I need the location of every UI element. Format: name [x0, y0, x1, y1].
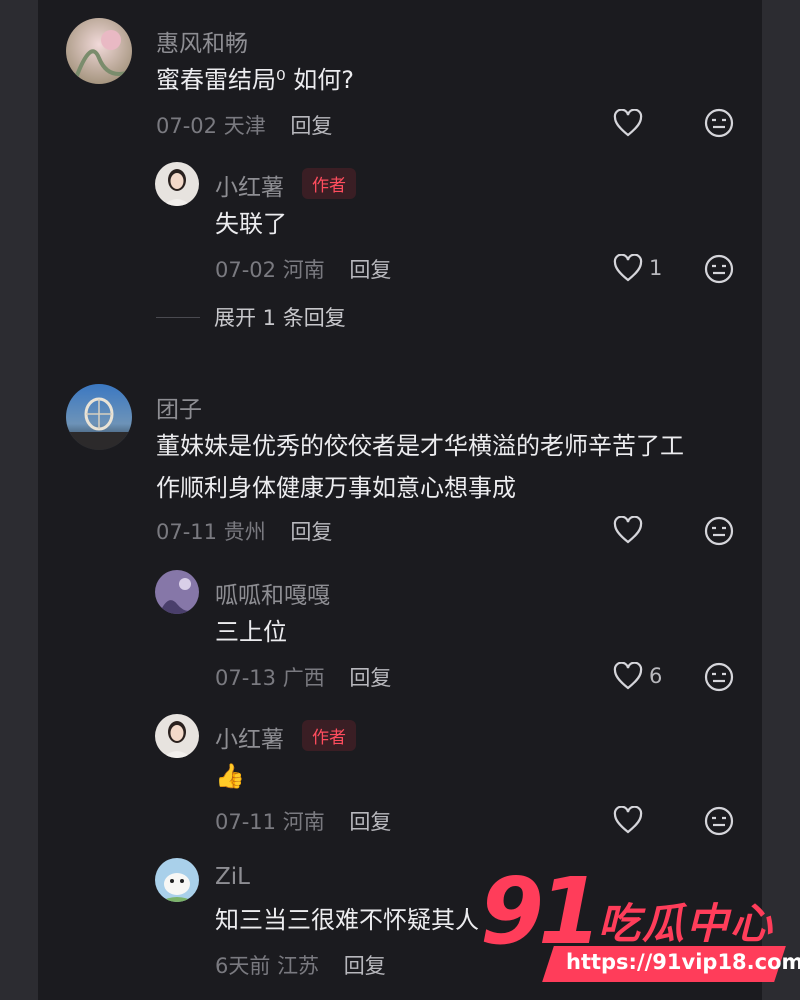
- comment-location: 贵州: [223, 520, 266, 544]
- comment-date: 6天前: [215, 954, 271, 978]
- avatar[interactable]: [66, 18, 132, 84]
- comment-location: 河南: [282, 258, 325, 282]
- emoji-reaction-button[interactable]: [704, 516, 734, 550]
- heart-outline-icon: [613, 516, 643, 544]
- comment-meta: 07-02 河南 回复: [215, 254, 391, 284]
- comment-date: 07-11: [215, 810, 277, 834]
- avatar[interactable]: [155, 570, 199, 614]
- comment-text: 知三当三很难不怀疑其人: [215, 906, 479, 934]
- reply-button[interactable]: 回复: [290, 114, 332, 138]
- reply-button[interactable]: 回复: [349, 810, 391, 834]
- comment-date: 07-13: [215, 666, 277, 690]
- comment-location: 天津: [223, 114, 266, 138]
- comment-location: 江苏: [277, 954, 320, 978]
- comment-location: 广西: [282, 666, 325, 690]
- comment-location: 河南: [282, 810, 325, 834]
- comment-text: 三上位: [215, 618, 287, 646]
- emoji-reaction-button[interactable]: [704, 806, 734, 840]
- avatar[interactable]: [66, 384, 132, 450]
- like-count: 1: [649, 256, 663, 280]
- comment-text: 👍: [215, 762, 245, 790]
- neutral-face-icon: [704, 108, 734, 138]
- comments-panel: 惠风和畅 蜜春雷结局⁰ 如何? 07-02 天津 回复 小红薯 作者 失联了 0…: [38, 0, 762, 1000]
- like-count: 6: [649, 664, 663, 688]
- neutral-face-icon: [704, 254, 734, 284]
- expand-replies-label[interactable]: 展开 1 条回复: [214, 302, 346, 332]
- comment-meta: 07-11 河南 回复: [215, 806, 391, 836]
- emoji-reaction-button[interactable]: [704, 662, 734, 696]
- emoji-reaction-button[interactable]: [704, 254, 734, 288]
- watermark-logo: 91 吃瓜中心 https://91vip18.com: [480, 862, 800, 992]
- comment-meta: 07-02 天津 回复: [156, 110, 332, 140]
- heart-outline-icon: [613, 109, 643, 137]
- author-badge: 作者: [302, 168, 356, 199]
- commenter-name[interactable]: 呱呱和嘎嘎: [215, 576, 330, 610]
- comment-meta: 07-11 贵州 回复: [156, 516, 332, 546]
- comment-meta: 07-13 广西 回复: [215, 662, 391, 692]
- divider: [156, 316, 200, 318]
- comment-date: 07-02: [156, 114, 218, 138]
- like-button[interactable]: 1: [613, 254, 662, 282]
- avatar[interactable]: [155, 714, 199, 758]
- avatar[interactable]: [155, 162, 199, 206]
- right-edge: [762, 0, 800, 1000]
- like-button[interactable]: 6: [613, 662, 662, 690]
- avatar[interactable]: [155, 858, 199, 902]
- watermark-url: https://91vip18.com: [566, 950, 800, 974]
- comment-date: 07-02: [215, 258, 277, 282]
- author-badge: 作者: [302, 720, 356, 751]
- like-button[interactable]: [613, 516, 643, 544]
- like-button[interactable]: [613, 109, 643, 137]
- comment-text: 失联了: [215, 210, 287, 238]
- commenter-name[interactable]: ZiL: [215, 864, 250, 890]
- expand-replies-button[interactable]: 展开 1 条回复: [156, 302, 346, 332]
- neutral-face-icon: [704, 662, 734, 692]
- comment-text: 蜜春雷结局⁰ 如何?: [156, 66, 354, 94]
- comment-text: 董妹妹是优秀的佼佼者是才华横溢的老师辛苦了工: [156, 432, 684, 460]
- emoji-reaction-button[interactable]: [704, 108, 734, 142]
- reply-button[interactable]: 回复: [349, 666, 391, 690]
- reply-button[interactable]: 回复: [344, 954, 386, 978]
- commenter-name[interactable]: 小红薯: [215, 168, 284, 202]
- like-button[interactable]: [613, 806, 643, 834]
- neutral-face-icon: [704, 806, 734, 836]
- commenter-name[interactable]: 小红薯: [215, 720, 284, 754]
- watermark-title: 吃瓜中心: [598, 899, 775, 948]
- comment-text: 作顺利身体健康万事如意心想事成: [156, 474, 516, 502]
- heart-outline-icon: [613, 806, 643, 834]
- heart-outline-icon: [613, 662, 643, 690]
- heart-outline-icon: [613, 254, 643, 282]
- left-edge: [0, 0, 38, 1000]
- comment-date: 07-11: [156, 520, 218, 544]
- comment-meta: 6天前 江苏 回复: [215, 950, 386, 980]
- reply-button[interactable]: 回复: [290, 520, 332, 544]
- reply-button[interactable]: 回复: [349, 258, 391, 282]
- commenter-name[interactable]: 团子: [156, 390, 202, 424]
- neutral-face-icon: [704, 516, 734, 546]
- commenter-name[interactable]: 惠风和畅: [156, 24, 248, 58]
